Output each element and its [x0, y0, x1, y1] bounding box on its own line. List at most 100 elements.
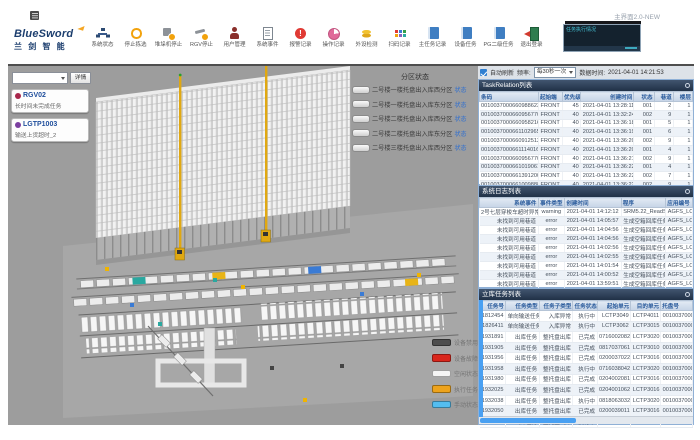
toolbar-item-logout[interactable]: 退出登录: [515, 27, 548, 48]
table-row[interactable]: 1931958出库任务整托盘出库执行中0716038042LCTP3020001…: [480, 363, 693, 374]
toolbar-item-scan-records[interactable]: 扫码记录: [383, 27, 416, 48]
table-row[interactable]: 1826411单向输送任务入库异常执行中LCTP3062LCTP30150010…: [480, 321, 693, 332]
table-row[interactable]: 0010037000660956770FRONT402021-04-01 13:…: [480, 154, 693, 163]
task-relation-panel: TaskRelation列表 条码起始端优先级创建时间状态巷道楼层0010037…: [478, 79, 694, 185]
toolbar-item-system-events[interactable]: 系统事件: [251, 27, 284, 48]
toolbar-item-device-tasks[interactable]: 设备任务: [449, 27, 482, 48]
table-row[interactable]: 1931891出库任务整托盘出库已完成0716002082LCTP3020001…: [480, 332, 693, 343]
toolbar-item-rgv-stop[interactable]: RGV停止: [185, 27, 218, 48]
table-row[interactable]: 未找到可用巷道error2021-04-01 14:02:56生成空箱回库任务请…: [480, 244, 693, 253]
zone-label: 二号楼二楼托盘出入库东分区: [372, 129, 452, 138]
table-row[interactable]: 1932025出库任务整托盘出库已完成0204001062LCTP3016001…: [480, 385, 693, 396]
table-cell: 40: [563, 172, 581, 181]
table-cell: 出库任务: [505, 332, 539, 343]
table-cell: 40: [563, 128, 581, 137]
column-header[interactable]: 起始单元: [597, 301, 631, 311]
detail-button[interactable]: 详情: [70, 72, 91, 84]
zone-toggle[interactable]: [352, 100, 370, 108]
panel-collapse-icon[interactable]: [685, 189, 691, 195]
table-cell: 002: [634, 110, 654, 119]
column-header[interactable]: 状态: [634, 92, 654, 102]
table-row[interactable]: 未找到可用巷道error2021-04-01 14:01:54生成空箱回库任务请…: [480, 262, 693, 271]
device-search-select[interactable]: [12, 72, 68, 84]
table-row[interactable]: 未找到可用巷道error2021-04-01 14:02:55生成空箱回库任务请…: [480, 253, 693, 262]
column-header[interactable]: 巷道: [654, 92, 673, 102]
toolbar-item-stop-picking[interactable]: 停止拣选: [119, 27, 152, 48]
table-row[interactable]: 0010037000660912512FRONT402021-04-01 13:…: [480, 137, 693, 146]
zone-status-link[interactable]: 状态: [454, 100, 466, 109]
table-row[interactable]: 0010037000660956770FRONT402021-04-01 13:…: [480, 110, 693, 119]
table-row[interactable]: 未找到可用巷道error2021-04-01 14:05:57生成空箱回库任务请…: [480, 217, 693, 226]
table-row[interactable]: 1931956出库任务整托盘出库已完成0200037022LCTP3016001…: [480, 353, 693, 364]
zone-status-link[interactable]: 状态: [454, 143, 466, 152]
table-cell: 2021-04-01 14:04:56: [565, 235, 622, 244]
table-row[interactable]: 1932038出库任务整托盘出库执行中0818063032LCTP3020001…: [480, 395, 693, 406]
table-cell: AGFS_LC2: [666, 235, 693, 244]
table-cell: 1931980: [480, 374, 506, 385]
auto-refresh-checkbox[interactable]: [480, 69, 487, 76]
table-cell: 40: [563, 145, 581, 154]
table-row[interactable]: 0010037000661114016FRONT402021-04-01 13:…: [480, 145, 693, 154]
toolbar-item-stacker-stop[interactable]: 堆垛机停止: [152, 27, 185, 48]
table-row[interactable]: 0010037000661102965FRONT402021-04-01 13:…: [480, 128, 693, 137]
column-header[interactable]: 任务子类型: [539, 301, 573, 311]
system-log-title: 系统日志列表: [482, 186, 521, 197]
zone-toggle[interactable]: [352, 86, 370, 94]
table-row[interactable]: 1931905出库任务整托盘出库已完成0817037061LCTP3010001…: [480, 342, 693, 353]
column-header[interactable]: 系统事件: [480, 198, 539, 208]
toolbar-item-alarm-records[interactable]: 报警记录: [284, 27, 317, 48]
frequency-select[interactable]: 每30秒一次: [534, 67, 577, 78]
column-header[interactable]: 任务类型: [505, 301, 539, 311]
table-row[interactable]: 0010037000660958216FRONT402021-04-01 13:…: [480, 119, 693, 128]
zone-toggle[interactable]: [352, 144, 370, 152]
column-header[interactable]: 任务号: [480, 301, 506, 311]
horizontal-scrollbar[interactable]: [479, 416, 693, 424]
panel-collapse-icon[interactable]: [685, 83, 691, 89]
table-row[interactable]: 0010037000660988623FRONT452021-04-01 13:…: [480, 102, 693, 111]
scrollbar-thumb[interactable]: [480, 418, 576, 423]
column-header[interactable]: 楼层: [673, 92, 692, 102]
table-row[interactable]: 1812454单向输送任务入库异常执行中LCTP3049LCTP40110010…: [480, 311, 693, 322]
toolbar-item-device-check[interactable]: 外设检测: [350, 27, 383, 48]
column-header[interactable]: 创建时间: [565, 198, 622, 208]
table-cell: 2021-04-01 14:02:55: [565, 253, 622, 262]
device-status-icon: [15, 93, 21, 99]
table-row[interactable]: 2号七层穿梭车超时异常未处理warning2021-04-01 14:12:12…: [480, 208, 693, 217]
column-header[interactable]: 应用编号: [666, 198, 693, 208]
toolbar-item-main-tasks[interactable]: 主任务记录: [416, 27, 449, 48]
table-row[interactable]: 未找到可用巷道error2021-04-01 14:04:56生成空箱回库任务请…: [480, 235, 693, 244]
table-cell: 2021-04-01 13:36:21: [581, 154, 634, 163]
toolbar-item-user-admin[interactable]: 用户管理: [218, 27, 251, 48]
table-cell: AGFS_LC2: [666, 217, 693, 226]
table-row[interactable]: 1932050出库任务整托盘出库已完成0200039011LCTP3016001…: [480, 406, 693, 417]
alarm-card[interactable]: LGTP1003输送上货超时_2: [11, 118, 89, 142]
table-row[interactable]: 未找到可用巷道error2021-04-01 14:00:52生成空箱回库任务请…: [480, 271, 693, 280]
column-header[interactable]: 条码: [480, 92, 539, 102]
alarm-card[interactable]: RGV02长时间未完成任务: [11, 89, 89, 113]
table-cell: 出库任务: [505, 342, 539, 353]
mini-window-thumbnail[interactable]: 任务执行情况: [563, 24, 641, 52]
toolbar-item-op-records[interactable]: 操作记录: [317, 27, 350, 48]
zone-status-link[interactable]: 状态: [454, 129, 466, 138]
column-header[interactable]: 任务状态: [573, 301, 597, 311]
alarm-card-header: RGV02: [15, 92, 85, 99]
column-header[interactable]: 程序: [621, 198, 666, 208]
toolbar-item-pg-tasks[interactable]: PG二级任务: [482, 27, 515, 48]
column-header[interactable]: 起始端: [538, 92, 562, 102]
table-row[interactable]: 未找到可用巷道error2021-04-01 14:04:56生成空箱回库任务请…: [480, 226, 693, 235]
column-header[interactable]: 目的单元: [631, 301, 661, 311]
zone-toggle[interactable]: [352, 115, 370, 123]
column-header[interactable]: 托盘号: [661, 301, 693, 311]
table-row[interactable]: 1931980出库任务整托盘出库已完成0204002081LCTP3016001…: [480, 374, 693, 385]
toolbar-item-label: RGV停止: [185, 42, 218, 48]
column-header[interactable]: 事件类型: [538, 198, 565, 208]
zone-status-link[interactable]: 状态: [454, 85, 466, 94]
toolbar-item-system-status[interactable]: 系统状态: [86, 27, 119, 48]
panel-collapse-icon[interactable]: [685, 292, 691, 298]
table-row[interactable]: 0010037000661391200FRONT402021-04-01 13:…: [480, 172, 693, 181]
column-header[interactable]: 优先级: [563, 92, 581, 102]
zone-status-link[interactable]: 状态: [454, 114, 466, 123]
table-row[interactable]: 0010037000661019061FRONT402021-04-01 13:…: [480, 163, 693, 172]
zone-toggle[interactable]: [352, 129, 370, 137]
column-header[interactable]: 创建时间: [581, 92, 634, 102]
